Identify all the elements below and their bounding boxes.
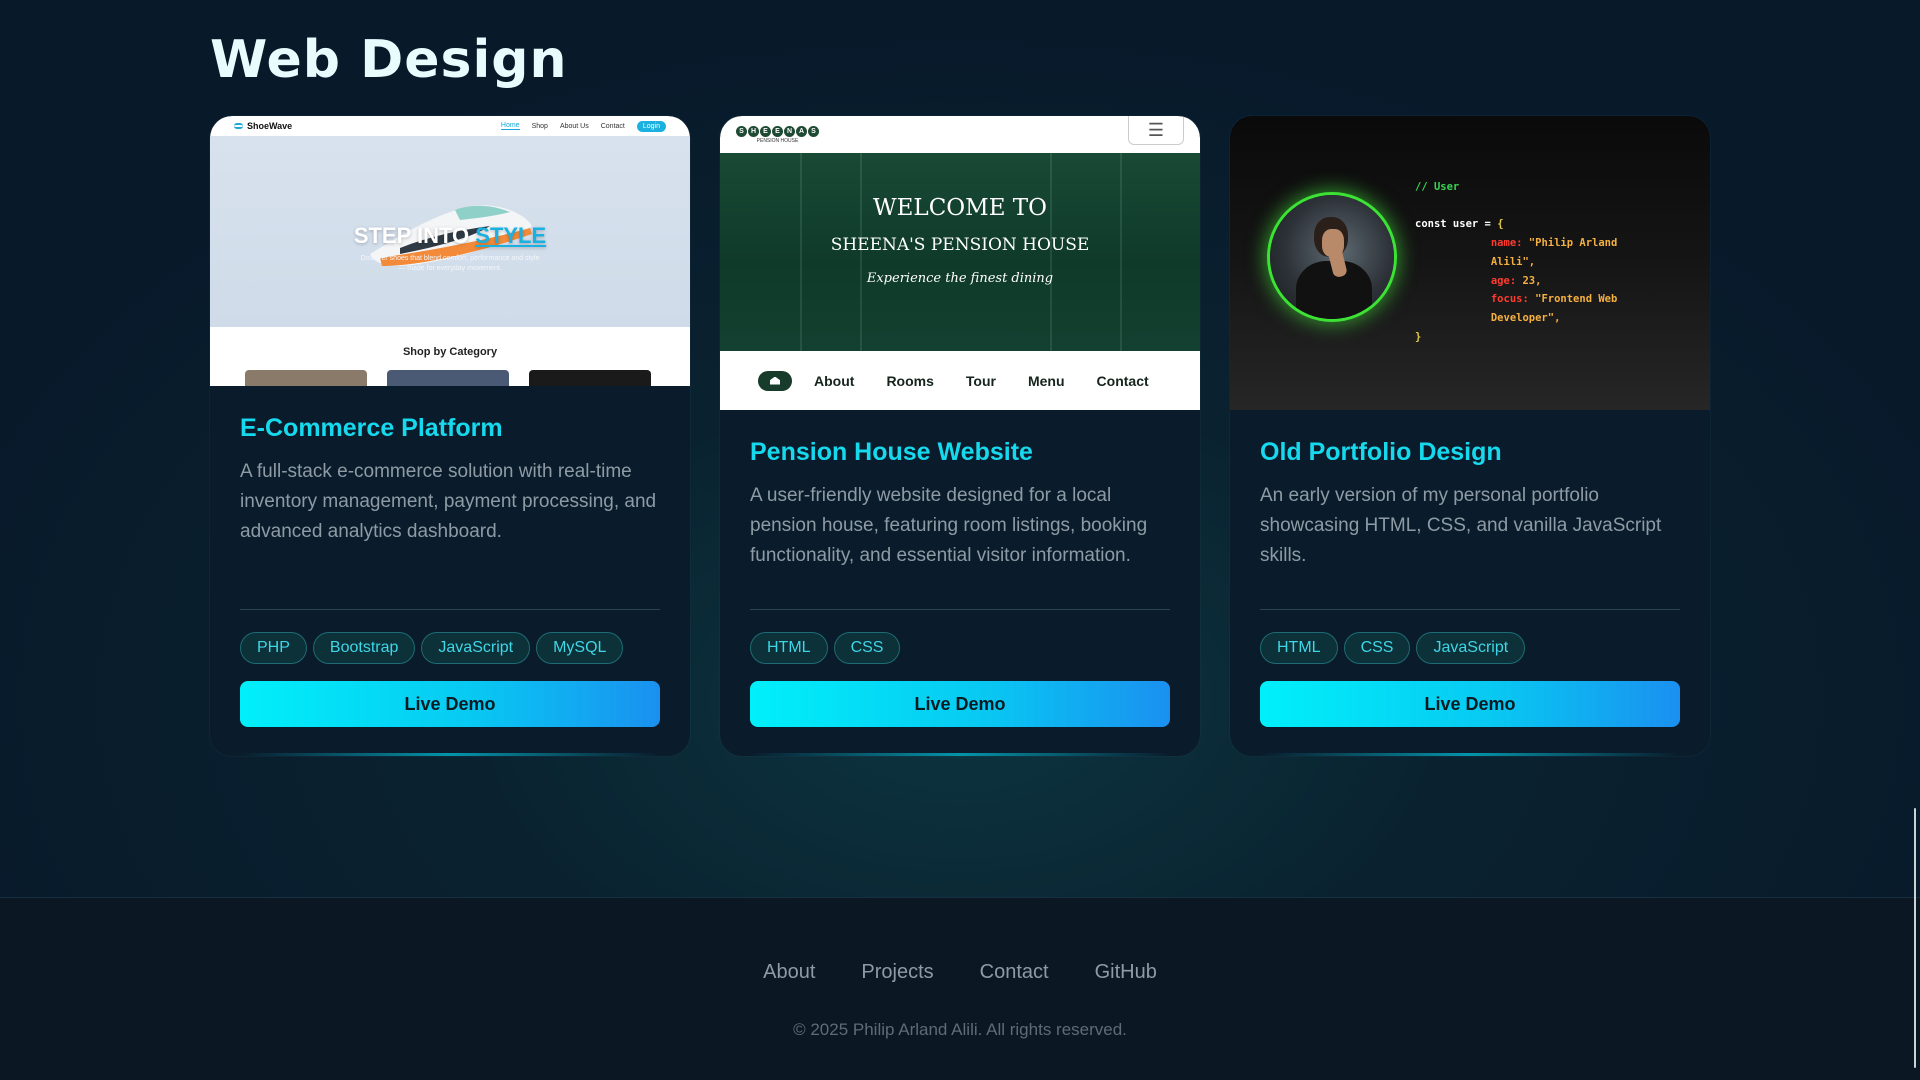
preview-code-snippet: // User const user = { name: "Philip Arl… bbox=[1415, 181, 1618, 343]
logo-letter: H bbox=[748, 125, 759, 137]
category-thumb bbox=[529, 370, 651, 386]
live-demo-button[interactable]: Live Demo bbox=[240, 681, 660, 727]
page-scrollbar[interactable] bbox=[1914, 808, 1916, 1068]
preview-nav-about: About Us bbox=[559, 122, 589, 130]
tech-tag: CSS bbox=[1343, 632, 1411, 664]
footer-link-about[interactable]: About bbox=[763, 961, 815, 984]
preview-hero: STEP INTO STYLE Discover shoes that blen… bbox=[210, 136, 690, 327]
footer-nav: About Projects Contact GitHub bbox=[0, 961, 1920, 984]
preview-nav-rooms: Rooms bbox=[886, 372, 934, 389]
project-description: A full-stack e-commerce solution with re… bbox=[240, 461, 657, 542]
preview-nav-home: Home bbox=[500, 122, 520, 130]
card-divider bbox=[1260, 609, 1680, 610]
live-demo-button[interactable]: Live Demo bbox=[750, 681, 1170, 727]
preview-nav-tour: Tour bbox=[965, 372, 996, 389]
project-title: Old Portfolio Design bbox=[1260, 438, 1502, 466]
tech-tag: Bootstrap bbox=[312, 632, 416, 664]
tech-tag: PHP bbox=[240, 632, 307, 664]
project-preview-image[interactable]: // User const user = { name: "Philip Arl… bbox=[1230, 116, 1710, 410]
tech-tag: JavaScript bbox=[1416, 632, 1526, 664]
preview-logo-text: ShoeWave bbox=[247, 121, 293, 131]
tech-tags: HTML CSS JavaScript bbox=[1260, 632, 1680, 664]
preview-hero-line3: Experience the finest dining bbox=[866, 271, 1054, 286]
preview-logo-subtitle: PENSION HOUSE bbox=[756, 137, 799, 144]
category-thumb bbox=[387, 370, 509, 386]
project-preview-image[interactable]: S H E E N A S PENSION HOUSE ☰ WELCOME TO… bbox=[720, 116, 1200, 410]
footer-link-projects[interactable]: Projects bbox=[861, 961, 933, 984]
tech-tag: MySQL bbox=[536, 632, 624, 664]
live-demo-button[interactable]: Live Demo bbox=[1260, 681, 1680, 727]
project-card-ecommerce: ShoeWave Home Shop About Us Contact Logi… bbox=[210, 116, 690, 756]
project-card-old-portfolio: // User const user = { name: "Philip Arl… bbox=[1230, 116, 1710, 756]
preview-nav-contact: Contact bbox=[600, 122, 625, 130]
tech-tag: HTML bbox=[750, 632, 828, 664]
logo-letter: S bbox=[808, 125, 819, 137]
preview-subtext: Discover shoes that blend comfort, perfo… bbox=[360, 255, 540, 272]
project-title: E-Commerce Platform bbox=[240, 414, 503, 442]
copyright-text: © 2025 Philip Arland Alili. All rights r… bbox=[793, 1020, 1127, 1039]
preview-nav-shop: Shop bbox=[531, 122, 548, 130]
logo-letter: A bbox=[796, 125, 807, 137]
section-title: Web Design bbox=[210, 30, 568, 90]
tech-tag: JavaScript bbox=[421, 632, 531, 664]
preview-hero: WELCOME TO SHEENA'S PENSION HOUSE Experi… bbox=[720, 153, 1200, 351]
logo-letter: E bbox=[760, 125, 771, 137]
category-thumb bbox=[245, 370, 367, 386]
project-preview-image[interactable]: ShoeWave Home Shop About Us Contact Logi… bbox=[210, 116, 690, 386]
preview-nav-about: About bbox=[814, 372, 855, 389]
tech-tag: HTML bbox=[1260, 632, 1338, 664]
home-icon bbox=[758, 370, 792, 391]
card-divider bbox=[240, 609, 660, 610]
logo-letter: N bbox=[784, 125, 795, 137]
preview-hero-line2: SHEENA'S PENSION HOUSE bbox=[830, 235, 1090, 255]
preview-navbar: About Rooms Tour Menu Contact bbox=[720, 351, 1200, 410]
preview-logo: S H E E N A S PENSION HOUSE bbox=[736, 125, 819, 144]
footer-link-github[interactable]: GitHub bbox=[1095, 961, 1157, 984]
preview-headline: STEP INTO STYLE bbox=[353, 223, 547, 248]
preview-login-button: Login bbox=[636, 120, 666, 132]
tech-tags: HTML CSS bbox=[750, 632, 1170, 664]
preview-navbar: ShoeWave Home Shop About Us Contact Logi… bbox=[210, 116, 690, 136]
avatar bbox=[1270, 195, 1394, 319]
site-footer: About Projects Contact GitHub © 2025 Phi… bbox=[0, 897, 1920, 1080]
preview-header: S H E E N A S PENSION HOUSE ☰ bbox=[720, 116, 1200, 153]
logo-letter: S bbox=[736, 125, 747, 137]
project-title: Pension House Website bbox=[750, 438, 1033, 466]
tech-tags: PHP Bootstrap JavaScript MySQL bbox=[240, 632, 660, 664]
hamburger-menu-icon: ☰ bbox=[1128, 116, 1184, 145]
project-description: A user-friendly website designed for a l… bbox=[750, 485, 1148, 566]
wave-icon bbox=[234, 123, 243, 129]
preview-hero-line1: WELCOME TO bbox=[872, 195, 1047, 221]
project-description: An early version of my personal portfoli… bbox=[1260, 485, 1662, 566]
project-card-pension-house: S H E E N A S PENSION HOUSE ☰ WELCOME TO… bbox=[720, 116, 1200, 756]
preview-category-title: Shop by Category bbox=[402, 346, 498, 358]
preview-nav-menu: Menu bbox=[1027, 372, 1065, 389]
footer-link-contact[interactable]: Contact bbox=[980, 961, 1049, 984]
preview-nav-contact: Contact bbox=[1096, 372, 1149, 389]
preview-category-thumbs bbox=[245, 370, 651, 386]
card-divider bbox=[750, 609, 1170, 610]
preview-logo: ShoeWave bbox=[234, 121, 292, 131]
tech-tag: CSS bbox=[833, 632, 901, 664]
logo-letter: E bbox=[772, 125, 783, 137]
